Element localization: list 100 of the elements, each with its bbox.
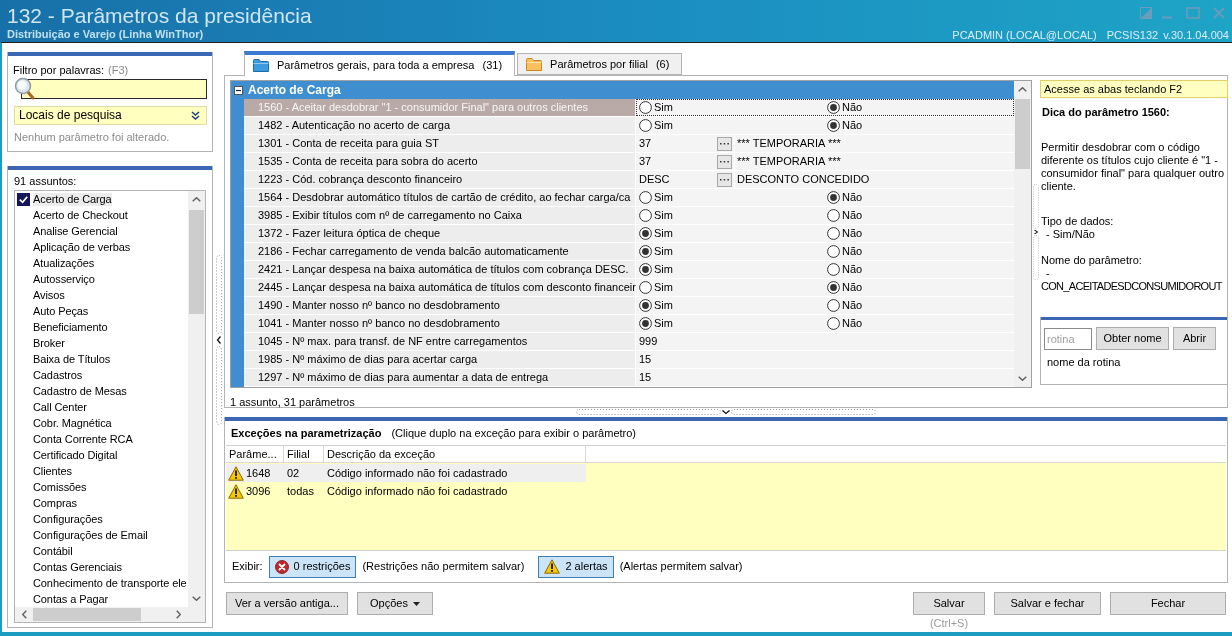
radio-button[interactable] bbox=[639, 245, 652, 258]
subject-item[interactable]: Cadastros bbox=[15, 367, 188, 383]
routine-button[interactable]: Abrir bbox=[1173, 327, 1216, 350]
radio-button[interactable] bbox=[827, 119, 840, 132]
collapse-icon[interactable] bbox=[234, 85, 243, 95]
radio-button[interactable] bbox=[639, 227, 652, 240]
subject-item[interactable]: Acerto de Checkout bbox=[15, 207, 188, 223]
radio-button[interactable] bbox=[639, 209, 652, 222]
subject-item[interactable]: Autosserviço bbox=[15, 271, 188, 287]
radio-button[interactable] bbox=[639, 317, 652, 330]
horizontal-scrollbar[interactable] bbox=[15, 607, 205, 622]
subject-item[interactable]: Cobr. Magnética bbox=[15, 415, 188, 431]
radio-button[interactable] bbox=[639, 191, 652, 204]
subject-item[interactable]: Certificado Digital bbox=[15, 447, 188, 463]
filter-toggle[interactable]: 2 alertas bbox=[538, 555, 614, 578]
subject-item[interactable]: Conhecimento de transporte ele bbox=[15, 575, 188, 591]
subject-item[interactable]: Baixa de Títulos bbox=[15, 351, 188, 367]
subject-item[interactable]: Beneficiamento bbox=[15, 319, 188, 335]
parameter-row[interactable]: 1223 - Cód. cobrança desconto financeiro DESC DESCONTO CONCEDIDO bbox=[244, 171, 1014, 189]
exception-row[interactable]: 1648 02 Código informado não foi cadastrado bbox=[226, 464, 586, 482]
splitter-grip[interactable] bbox=[214, 255, 223, 425]
filter-toggle[interactable]: 0 restrições bbox=[268, 555, 357, 578]
parameter-row[interactable]: 1535 - Conta de receita para sobra do acerto 37 *** TEMPORARIA *** bbox=[244, 153, 1014, 171]
column-header[interactable]: Descrição da exceção bbox=[324, 446, 586, 462]
parameter-row[interactable]: 1482 - Autenticação no acerto de carga Sim Não bbox=[244, 117, 1014, 135]
tab[interactable]: Parâmetros gerais, para toda a empresa (31) bbox=[244, 51, 516, 76]
parameter-row[interactable]: 2445 - Lançar despesa na baixa automática de títulos com desconto financeir Sim Não bbox=[244, 279, 1014, 297]
scrollbar-thumb[interactable] bbox=[189, 210, 204, 314]
subject-item[interactable]: Call Center bbox=[15, 399, 188, 415]
parameter-row[interactable]: 1372 - Fazer leitura óptica de cheque Sim Não bbox=[244, 225, 1014, 243]
subject-item[interactable]: Analise Gerencial bbox=[15, 223, 188, 239]
splitter-grip[interactable] bbox=[1032, 184, 1040, 280]
vertical-scrollbar[interactable] bbox=[188, 191, 205, 607]
radio-button[interactable] bbox=[639, 119, 652, 132]
parameter-row[interactable]: 1490 - Manter nosso nº banco no desdobramento Sim Não bbox=[244, 297, 1014, 315]
radio-button[interactable] bbox=[639, 101, 652, 114]
parameter-row[interactable]: 1041 - Manter nosso nº banco no desdobramento Sim Não bbox=[244, 315, 1014, 333]
ellipsis-button[interactable] bbox=[717, 136, 732, 151]
tab[interactable]: Parâmetros por filial (6) bbox=[517, 53, 683, 75]
subject-item[interactable]: Configurações bbox=[15, 511, 188, 527]
parameter-row[interactable]: 1564 - Desdobrar automático títulos de cartão de crédito, ao fechar carga/ca Sim Não bbox=[244, 189, 1014, 207]
radio-button[interactable] bbox=[827, 281, 840, 294]
radio-button[interactable] bbox=[827, 263, 840, 276]
parameter-row[interactable]: 1985 - Nº máximo de dias para acertar carga 15 bbox=[244, 351, 1014, 369]
subject-item[interactable]: Aplicação de verbas bbox=[15, 239, 188, 255]
parameter-row[interactable]: 1301 - Conta de receita para guia ST 37 *** TEMPORARIA *** bbox=[244, 135, 1014, 153]
close-button[interactable]: Fechar bbox=[1110, 592, 1226, 615]
save-button[interactable]: Salvar bbox=[913, 592, 985, 615]
parameter-row[interactable]: 1045 - Nº max. para transf. de NF entre carregamentos 999 bbox=[244, 333, 1014, 351]
vertical-scrollbar[interactable] bbox=[1014, 81, 1031, 387]
radio-button[interactable] bbox=[827, 209, 840, 222]
subject-item[interactable]: Configurações de Email bbox=[15, 527, 188, 543]
subject-item[interactable]: Contábil bbox=[15, 543, 188, 559]
chevron-up-icon[interactable] bbox=[1018, 87, 1027, 92]
save-and-close-button[interactable]: Salvar e fechar bbox=[994, 592, 1101, 615]
radio-button[interactable] bbox=[639, 281, 652, 294]
radio-button[interactable] bbox=[827, 227, 840, 240]
subject-item[interactable]: Atualizações bbox=[15, 255, 188, 271]
radio-button[interactable] bbox=[827, 101, 840, 114]
splitter-grip[interactable] bbox=[576, 408, 876, 416]
radio-button[interactable] bbox=[827, 245, 840, 258]
ellipsis-button[interactable] bbox=[717, 172, 732, 187]
subject-item[interactable]: Clientes bbox=[15, 463, 188, 479]
parameter-row[interactable]: 1297 - Nº máximo de dias para aumentar a data de entrega 15 bbox=[244, 369, 1014, 387]
subject-item[interactable]: Avisos bbox=[15, 287, 188, 303]
chevron-left-icon[interactable] bbox=[22, 610, 27, 619]
chevron-right-icon[interactable] bbox=[176, 610, 181, 619]
subject-item[interactable]: Acerto de Carga bbox=[15, 191, 188, 207]
radio-button[interactable] bbox=[827, 191, 840, 204]
parameter-row[interactable]: 2421 - Lançar despesa na baixa automática de títulos com cobrança DESC. Sim Não bbox=[244, 261, 1014, 279]
chevron-down-icon[interactable] bbox=[1018, 376, 1027, 381]
subject-item[interactable]: Contas a Pagar bbox=[15, 591, 188, 607]
ellipsis-button[interactable] bbox=[717, 154, 732, 169]
scrollbar-thumb[interactable] bbox=[1015, 99, 1030, 169]
parameter-row[interactable]: 1560 - Aceitar desdobrar "1 - consumidor Final" para outros clientes Sim Não bbox=[244, 99, 1014, 117]
scrollbar-thumb[interactable] bbox=[33, 608, 141, 621]
radio-button[interactable] bbox=[639, 263, 652, 276]
subject-item[interactable]: Compras bbox=[15, 495, 188, 511]
parameter-row[interactable]: 2186 - Fechar carregamento de venda balcão automaticamente Sim Não bbox=[244, 243, 1014, 261]
subject-item[interactable]: Auto Peças bbox=[15, 303, 188, 319]
subject-item[interactable]: Comissões bbox=[15, 479, 188, 495]
radio-button[interactable] bbox=[639, 299, 652, 312]
routine-button[interactable]: Obter nome bbox=[1096, 327, 1169, 350]
radio-button[interactable] bbox=[827, 299, 840, 312]
column-header[interactable]: Parâme... bbox=[226, 446, 284, 462]
radio-button[interactable] bbox=[827, 317, 840, 330]
filter-input[interactable] bbox=[21, 79, 207, 99]
subject-item[interactable]: Contas Gerenciais bbox=[15, 559, 188, 575]
options-button[interactable]: Opções bbox=[357, 592, 433, 615]
parameter-row[interactable]: 3985 - Exibir títulos com nº de carregamento no Caixa Sim Não bbox=[244, 207, 1014, 225]
chevron-down-icon[interactable] bbox=[192, 596, 201, 601]
old-version-button[interactable]: Ver a versão antiga... bbox=[226, 592, 348, 615]
routine-input[interactable]: rotina bbox=[1044, 327, 1092, 350]
column-header[interactable]: Filial bbox=[284, 446, 324, 462]
exception-row[interactable]: 3096 todas Código informado não foi cadastrado bbox=[226, 482, 586, 500]
search-locations-dropdown[interactable]: Locais de pesquisa bbox=[14, 106, 207, 125]
subject-item[interactable]: Conta Corrente RCA bbox=[15, 431, 188, 447]
subject-item[interactable]: Broker bbox=[15, 335, 188, 351]
subject-item[interactable]: Cadastro de Mesas bbox=[15, 383, 188, 399]
chevron-up-icon[interactable] bbox=[192, 197, 201, 202]
